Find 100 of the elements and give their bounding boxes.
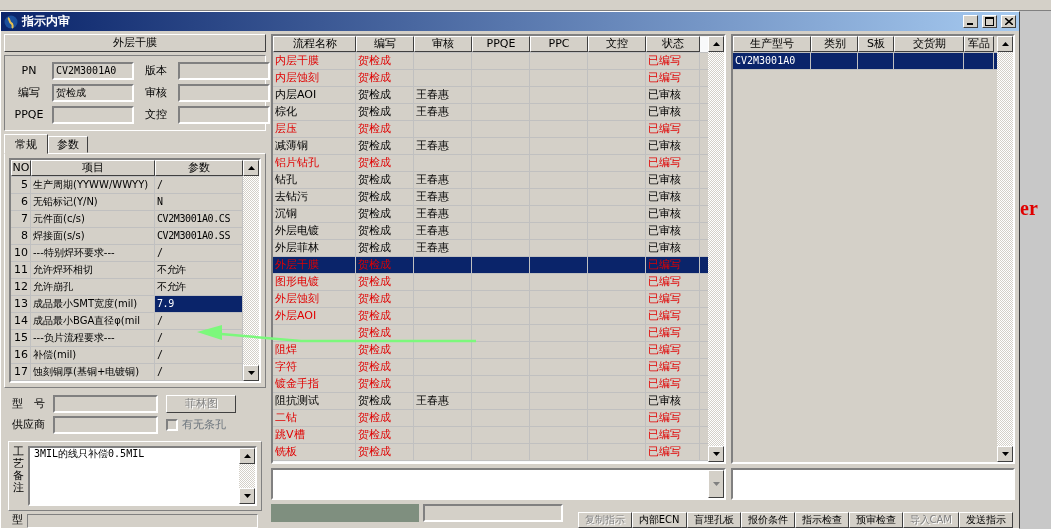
column-header[interactable]: 项目 [31,160,155,176]
action-button[interactable]: 发送指示 [959,512,1013,528]
supplier-field[interactable] [53,416,158,434]
table-cell: 阻焊 [273,342,356,358]
text-field[interactable] [731,468,1015,500]
scroll-up-button[interactable] [239,448,255,464]
scroll-up-button[interactable] [997,36,1013,52]
action-button[interactable]: 预审检查 [848,512,903,528]
remarks-label: 型 [12,514,23,528]
maximize-button[interactable] [982,15,997,28]
text-field[interactable] [52,105,134,124]
table-cell[interactable]: 不允许 [157,281,186,293]
table-cell[interactable]: / [157,315,163,327]
table-cell: 贺检成 [356,325,414,341]
table-cell: 沉铜 [273,206,356,222]
scroll-down-button[interactable] [997,446,1013,462]
table-row[interactable]: 阻抗测试 贺检成 王春惠 已审核 [273,393,708,410]
column-header[interactable]: 状态 [646,36,700,52]
vertical-scrollbar[interactable] [708,36,724,462]
action-button[interactable]: 指示检查 [794,512,849,528]
text-field[interactable] [178,83,270,102]
table-row[interactable]: 沉铜 贺检成 王春惠 已审核 [273,206,708,223]
column-header[interactable]: 流程名称 [273,36,356,52]
remarks-field[interactable]: 3MIL的线只补偿0.5MIL [28,446,257,506]
column-header[interactable]: 交货期 [894,36,964,52]
column-header[interactable]: 审核 [414,36,472,52]
combo-box[interactable] [271,468,726,500]
table-cell: 成品最小BGA直径φ(mil [31,313,155,329]
column-header[interactable]: NO [11,160,31,176]
table-cell: 已编写 [646,308,700,324]
maximize-icon [985,17,994,26]
table-cell: 贺检成 [356,206,414,222]
table-cell: 王春惠 [414,87,472,103]
text-field[interactable] [178,105,270,124]
table-cell[interactable]: 不允许 [157,264,186,276]
column-header[interactable]: 军品 [964,36,994,52]
table-row[interactable]: 棕化 贺检成 王春惠 已审核 [273,104,708,121]
column-header[interactable]: 类别 [811,36,858,52]
action-button[interactable]: 报价条件 [740,512,795,528]
table-cell: 去钻污 [273,189,356,205]
table-row[interactable]: 内层AOI 贺检成 王春惠 已审核 [273,87,708,104]
table-row[interactable]: 去钻污 贺检成 王春惠 已审核 [273,189,708,206]
table-cell[interactable]: / [157,179,163,191]
text-field[interactable]: 贺检成 [52,83,134,102]
column-header[interactable]: 编写 [356,36,414,52]
vertical-scrollbar[interactable] [997,36,1013,462]
table-cell: 贺检成 [356,444,414,460]
table-cell: 王春惠 [414,206,472,222]
table-cell[interactable]: N [157,196,163,208]
field-label: 审核 [144,86,168,100]
scroll-down-button[interactable] [708,446,724,462]
table-cell: 已编写 [646,70,700,86]
tab[interactable]: 常规 [4,133,48,154]
table-cell: 贺检成 [356,104,414,120]
column-header[interactable]: PPQE [472,36,530,52]
scroll-down-button[interactable] [243,365,259,381]
close-button[interactable] [1001,15,1016,28]
row-number: 17 [11,364,31,380]
notes-field[interactable] [27,514,258,528]
column-header[interactable]: 文控 [588,36,646,52]
table-cell: 已编写 [646,325,700,341]
table-cell: 贺检成 [356,70,414,86]
table-cell: 已审核 [646,189,700,205]
row-number: 14 [11,313,31,329]
process-title-button[interactable]: 外层干膜 [4,34,266,52]
table-cell[interactable]: / [157,349,163,361]
scroll-up-button[interactable] [708,36,724,52]
table-cell: 贺检成 [356,155,414,171]
action-button[interactable]: 内部ECN [631,512,687,528]
column-header[interactable]: 参数 [155,160,243,176]
text-field[interactable] [178,61,270,80]
column-header[interactable]: S板 [858,36,894,52]
table-row[interactable]: 外层电镀 贺检成 王春惠 已审核 [273,223,708,240]
vertical-scrollbar[interactable] [239,448,255,504]
model-field[interactable] [53,395,158,413]
table-cell: 外层菲林 [273,240,356,256]
vertical-scrollbar[interactable] [243,160,259,381]
table-cell[interactable]: CV2M3001A0.CS [157,213,231,225]
text-field[interactable]: CV2M3001A0 [52,61,134,80]
table-cell[interactable]: 7.9 [157,298,174,310]
table-row[interactable]: 钻孔 贺检成 王春惠 已审核 [273,172,708,189]
table-cell[interactable]: CV2M3001A0.SS [157,230,231,242]
table-cell[interactable]: / [157,366,163,378]
table-row[interactable]: 减薄铜 贺检成 王春惠 已审核 [273,138,708,155]
scroll-up-button[interactable] [243,160,259,176]
table-cell: 元件面(c/s) [31,211,155,227]
table-cell: 外层AOI [273,308,356,324]
table-row[interactable]: 外层菲林 贺检成 王春惠 已审核 [273,240,708,257]
scroll-down-button[interactable] [239,488,255,504]
table-cell: 字符 [273,359,356,375]
column-header[interactable]: PPC [530,36,588,52]
text-field[interactable] [423,504,563,522]
table-cell[interactable]: / [157,332,163,344]
action-button[interactable]: 盲埋孔板 [686,512,741,528]
column-header[interactable]: 生产型号 [733,36,811,52]
down-arrow-icon [243,494,251,498]
table-row[interactable]: CV2M3001A0 [733,53,997,70]
minimize-button[interactable] [963,15,978,28]
table-cell[interactable]: / [157,247,163,259]
tab[interactable]: 参数 [48,135,88,153]
